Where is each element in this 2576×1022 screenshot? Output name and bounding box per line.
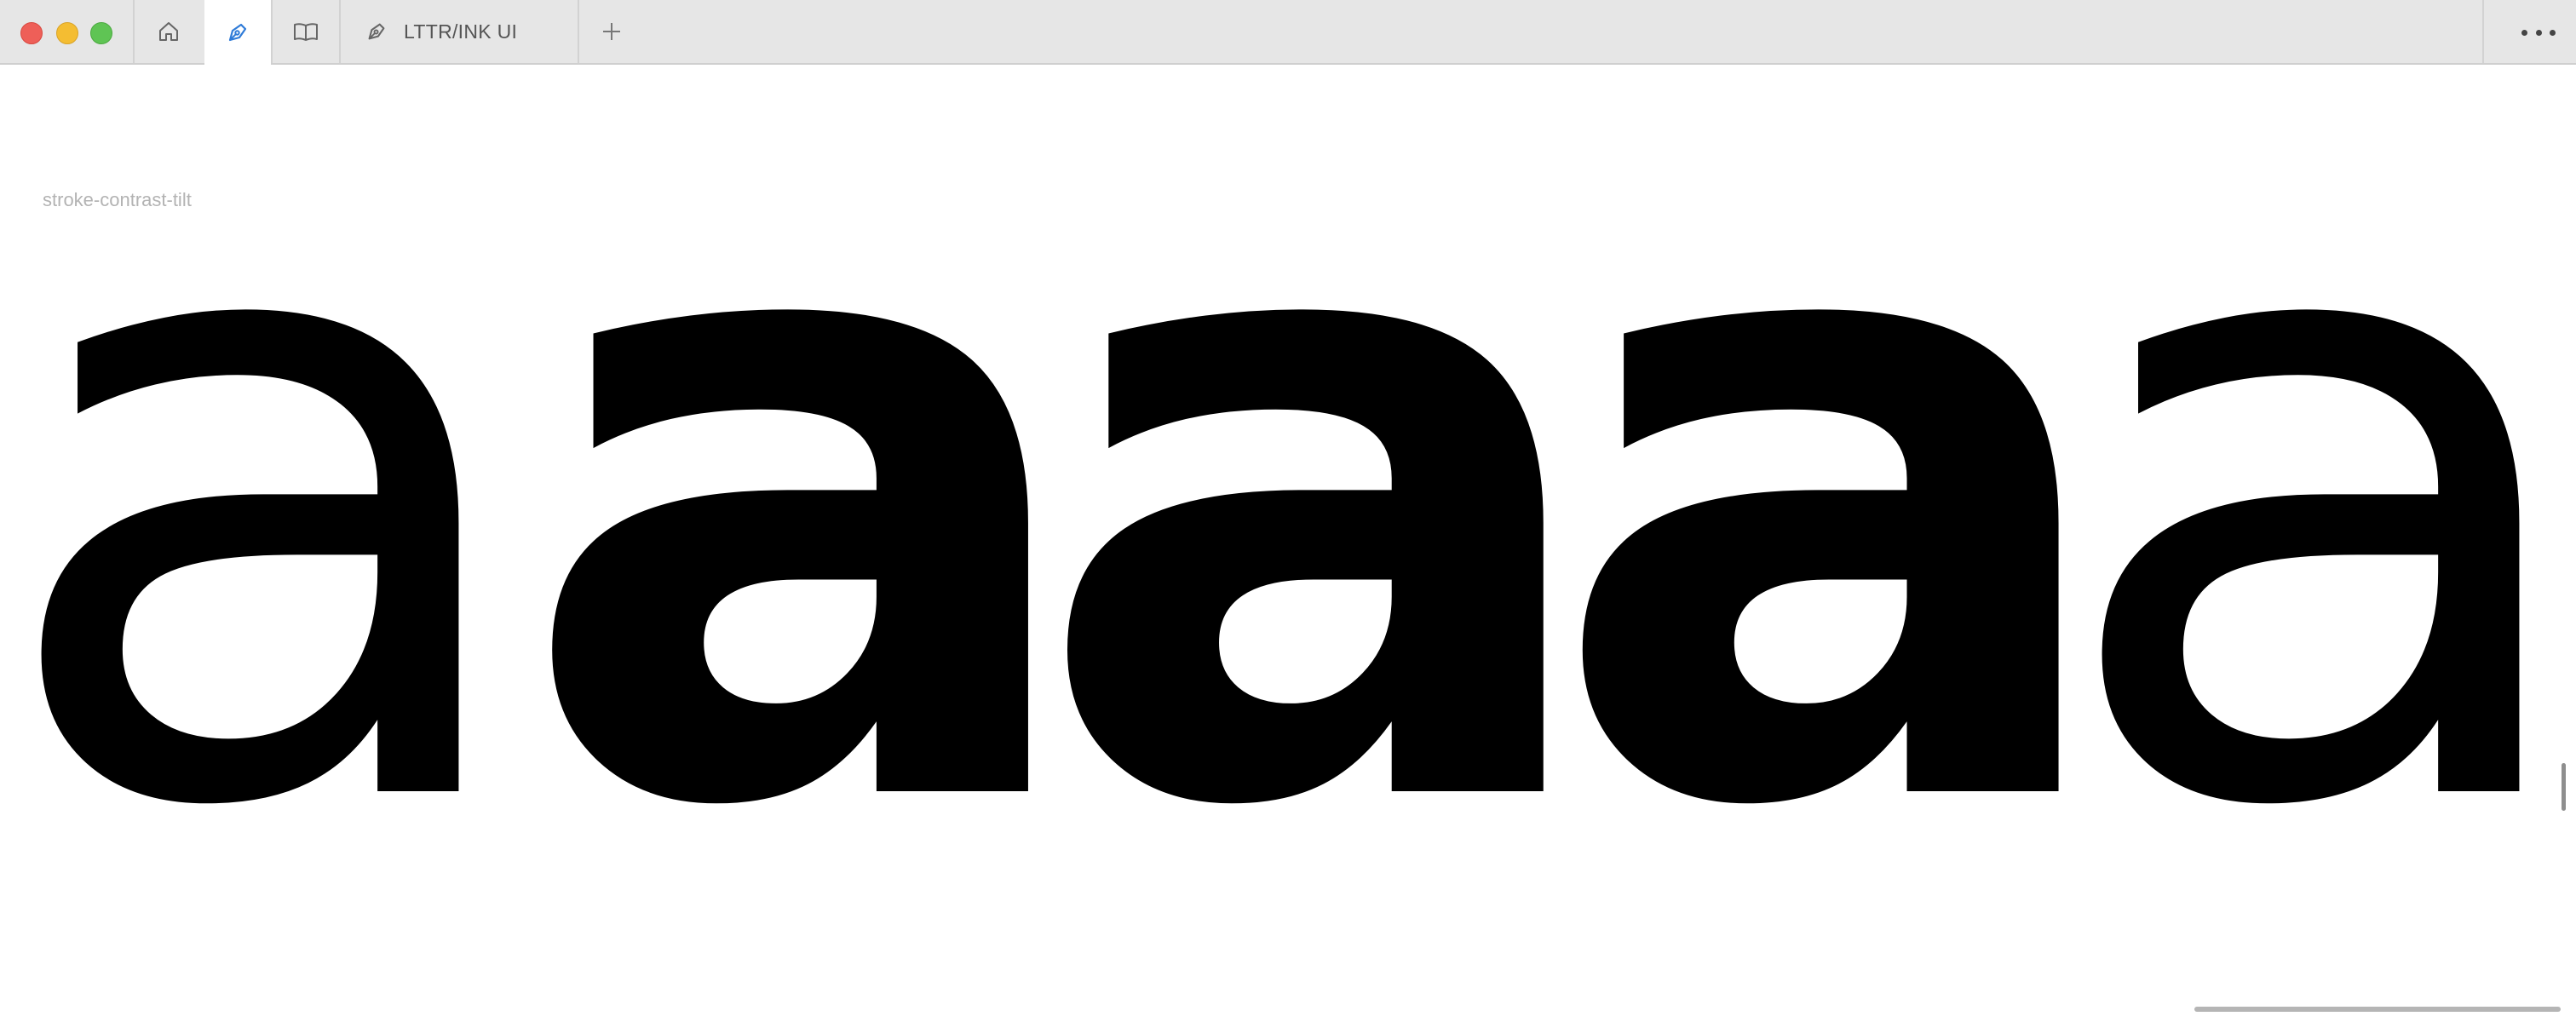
glyph-a[interactable]: a [1031, 64, 1612, 924]
glyph-a[interactable]: a [0, 64, 541, 924]
glyph-canvas[interactable]: a a a a a [0, 64, 2576, 924]
glyph-a[interactable]: a [515, 64, 1096, 924]
vertical-scrollbar[interactable] [2562, 763, 2566, 811]
glyph-a[interactable]: a [1545, 64, 2126, 924]
horizontal-scrollbar[interactable] [2194, 1007, 2561, 1012]
glyph-a[interactable]: a [2048, 64, 2576, 924]
